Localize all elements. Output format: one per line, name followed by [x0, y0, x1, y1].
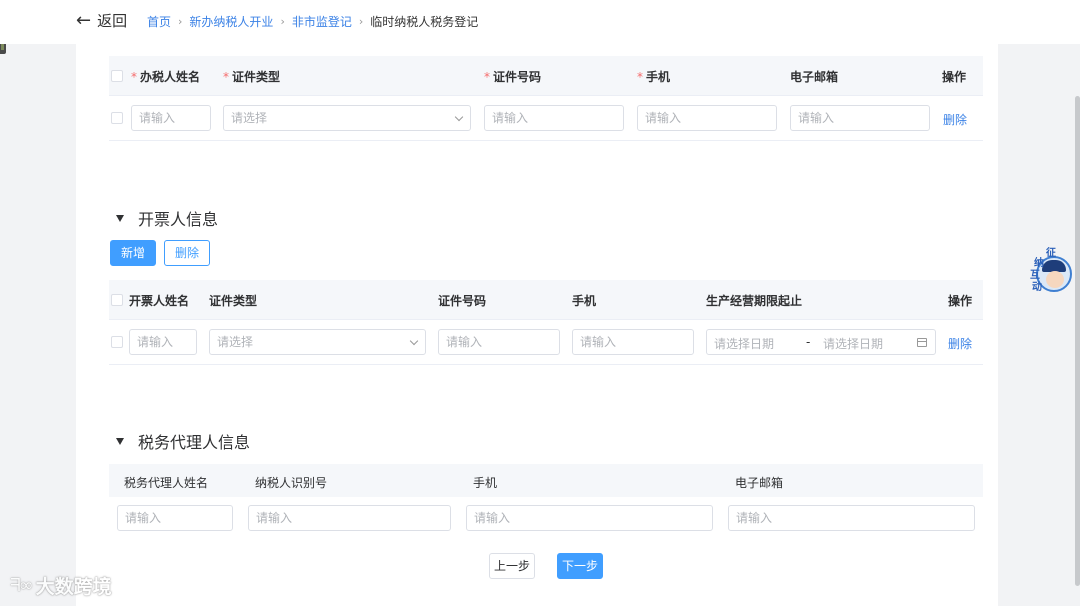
- taxpayer-id-input[interactable]: 请输入: [248, 505, 451, 531]
- header-id-number: 证件号码: [438, 294, 487, 308]
- agent-section-title[interactable]: 税务代理人信息: [116, 429, 250, 453]
- agent-email-input[interactable]: 请输入: [728, 505, 975, 531]
- breadcrumb-new-taxpayer[interactable]: 新办纳税人开业: [189, 13, 273, 30]
- page-scrollbar[interactable]: [1075, 96, 1080, 586]
- tax-interaction-widget[interactable]: 征 纳 互 动: [1030, 246, 1074, 298]
- arrow-left-icon: ←: [76, 9, 92, 31]
- chevron-down-icon: [454, 112, 464, 122]
- range-separator: -: [806, 335, 811, 349]
- delete-row-link[interactable]: 删除: [943, 111, 967, 128]
- header-email: 电子邮箱: [790, 70, 839, 84]
- select-all-checkbox[interactable]: [111, 70, 123, 82]
- invoicer-section-title[interactable]: 开票人信息: [116, 206, 218, 230]
- table-row: 请输入 请选择 请输入 请输入 请输入 删除: [109, 96, 983, 141]
- breadcrumb-home[interactable]: 首页: [147, 13, 171, 30]
- header-phone: * 手机: [637, 70, 671, 84]
- header-action: 操作: [948, 294, 973, 308]
- select-all-checkbox[interactable]: [111, 294, 123, 306]
- header-id-type: * 证件类型: [223, 70, 281, 84]
- calendar-icon: [917, 338, 927, 347]
- taxpayer-table-header: * 办税人姓名 * 证件类型 * 证件号码 * 手机 电子邮箱 操作: [109, 56, 983, 96]
- caret-down-icon: [116, 437, 124, 445]
- top-bar: ← 返回 首页 › 新办纳税人开业 › 非市监登记 › 临时纳税人税务登记: [0, 0, 1080, 44]
- invoicer-table: 开票人姓名 证件类型 证件号码 手机 生产经营期限起止 操作 请输入 请选择 请…: [109, 280, 983, 365]
- chevron-down-icon: [409, 336, 419, 346]
- table-row: 请输入 请选择 请输入 请输入 请选择日期 - 请选择日期 删除: [109, 320, 983, 365]
- header-agent-name: 税务代理人姓名: [124, 476, 209, 490]
- start-date-input[interactable]: 请选择日期: [714, 335, 774, 352]
- header-business-period: 生产经营期限起止: [706, 294, 803, 308]
- table-row: 请输入 请输入 请输入 请输入: [109, 497, 983, 543]
- delete-row-link[interactable]: 删除: [948, 335, 972, 352]
- taxpayer-name-input[interactable]: 请输入: [131, 105, 211, 131]
- watermark: ᖷ∞ 大数跨境: [10, 572, 112, 599]
- invoicer-table-header: 开票人姓名 证件类型 证件号码 手机 生产经营期限起止 操作: [109, 280, 983, 320]
- agent-phone-input[interactable]: 请输入: [466, 505, 713, 531]
- taxpayer-table: * 办税人姓名 * 证件类型 * 证件号码 * 手机 电子邮箱 操作 请输入 请选择 请…: [109, 56, 983, 141]
- chevron-right-icon: ›: [358, 15, 364, 28]
- chevron-right-icon: ›: [178, 15, 183, 28]
- main-content: * 办税人姓名 * 证件类型 * 证件号码 * 手机 电子邮箱 操作 请输入 请选择 请…: [76, 44, 998, 606]
- header-action: 操作: [942, 70, 967, 84]
- breadcrumb-non-market[interactable]: 非市监登记: [292, 13, 352, 30]
- agent-name-input[interactable]: 请输入: [117, 505, 233, 531]
- id-number-input[interactable]: 请输入: [438, 329, 560, 355]
- breadcrumb: 首页 › 新办纳税人开业 › 非市监登记 › 临时纳税人税务登记: [147, 13, 478, 30]
- delete-invoicer-button[interactable]: 删除: [164, 240, 210, 266]
- header-email: 电子邮箱: [735, 476, 784, 490]
- caret-down-icon: [116, 214, 124, 222]
- phone-input[interactable]: 请输入: [572, 329, 694, 355]
- back-button[interactable]: ← 返回: [76, 10, 127, 31]
- breadcrumb-current: 临时纳税人税务登记: [370, 15, 479, 29]
- header-taxpayer-name: * 办税人姓名: [131, 70, 201, 84]
- widget-char: 征: [1046, 248, 1056, 259]
- watermark-logo-icon: ᖷ∞: [10, 575, 34, 596]
- header-id-type: 证件类型: [209, 294, 258, 308]
- header-taxpayer-id: 纳税人识别号: [255, 476, 328, 490]
- id-number-input[interactable]: 请输入: [484, 105, 624, 131]
- back-label: 返回: [97, 12, 128, 30]
- agent-table: 税务代理人姓名 纳税人识别号 手机 电子邮箱 请输入 请输入 请输入 请输入: [109, 464, 983, 543]
- invoicer-name-input[interactable]: 请输入: [129, 329, 197, 355]
- phone-input[interactable]: 请输入: [637, 105, 777, 131]
- widget-char: 动: [1032, 282, 1042, 293]
- end-date-input[interactable]: 请选择日期: [823, 335, 883, 352]
- add-invoicer-button[interactable]: 新增: [110, 240, 156, 266]
- email-input[interactable]: 请输入: [790, 105, 930, 131]
- section-label: 开票人信息: [138, 210, 219, 229]
- id-type-select[interactable]: 请选择: [223, 105, 471, 131]
- watermark-text: 大数跨境: [35, 576, 112, 598]
- header-id-number: * 证件号码: [484, 70, 542, 84]
- chevron-right-icon: ›: [280, 15, 285, 28]
- id-type-select[interactable]: 请选择: [209, 329, 426, 355]
- business-period-range[interactable]: 请选择日期 - 请选择日期: [706, 329, 936, 355]
- row-checkbox[interactable]: [111, 336, 123, 348]
- section-label: 税务代理人信息: [138, 433, 251, 452]
- header-phone: 手机: [572, 294, 597, 308]
- header-phone: 手机: [473, 476, 498, 490]
- row-checkbox[interactable]: [111, 112, 123, 124]
- agent-table-header: 税务代理人姓名 纳税人识别号 手机 电子邮箱: [109, 464, 983, 497]
- next-step-button[interactable]: 下一步: [557, 553, 603, 579]
- header-invoicer-name: 开票人姓名: [129, 294, 190, 308]
- prev-step-button[interactable]: 上一步: [489, 553, 535, 579]
